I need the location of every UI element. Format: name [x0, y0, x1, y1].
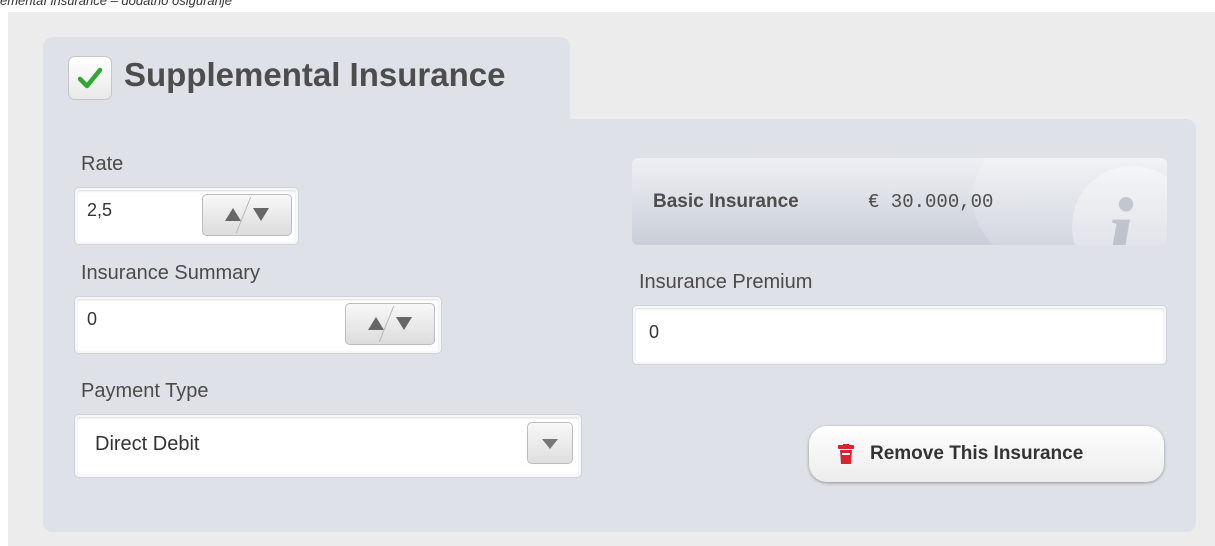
- payment-type-label: Payment Type: [81, 380, 209, 402]
- increment-icon[interactable]: [368, 317, 384, 330]
- payment-type-value: Direct Debit: [95, 433, 200, 455]
- insurance-premium-value[interactable]: 0: [649, 322, 659, 343]
- rate-spinner[interactable]: [202, 194, 292, 236]
- rate-input[interactable]: 2,5: [87, 200, 112, 221]
- insurance-summary-stepper[interactable]: 0: [75, 297, 441, 353]
- remove-insurance-label: Remove This Insurance: [870, 443, 1084, 464]
- chevron-down-icon: [542, 439, 558, 449]
- insurance-premium-input[interactable]: 0: [633, 306, 1166, 364]
- increment-icon[interactable]: [225, 208, 241, 221]
- decrement-icon[interactable]: [253, 208, 269, 221]
- trash-icon: [838, 444, 854, 464]
- payment-type-dropdown-button[interactable]: [527, 422, 573, 464]
- insurance-premium-label: Insurance Premium: [639, 271, 813, 293]
- section-title: Supplemental Insurance: [124, 56, 506, 93]
- remove-insurance-button[interactable]: Remove This Insurance: [809, 426, 1164, 482]
- insurance-summary-spinner[interactable]: [345, 303, 435, 345]
- insurance-summary-input[interactable]: 0: [87, 309, 97, 330]
- payment-type-select[interactable]: Direct Debit: [75, 415, 581, 477]
- rate-stepper[interactable]: 2,5: [75, 188, 298, 244]
- page-caption: ementaI insurance – dodatno osiguranje: [0, 0, 232, 8]
- decrement-icon[interactable]: [396, 317, 412, 330]
- supplemental-insurance-checkbox[interactable]: [68, 56, 112, 100]
- insurance-summary-label: Insurance Summary: [81, 262, 260, 284]
- rate-label: Rate: [81, 153, 124, 175]
- checkmark-icon: [78, 67, 102, 89]
- basic-insurance-box: i Basic Insurance € 30.000,00: [632, 158, 1167, 245]
- basic-insurance-label: Basic Insurance: [653, 191, 799, 212]
- basic-insurance-amount: € 30.000,00: [868, 191, 994, 213]
